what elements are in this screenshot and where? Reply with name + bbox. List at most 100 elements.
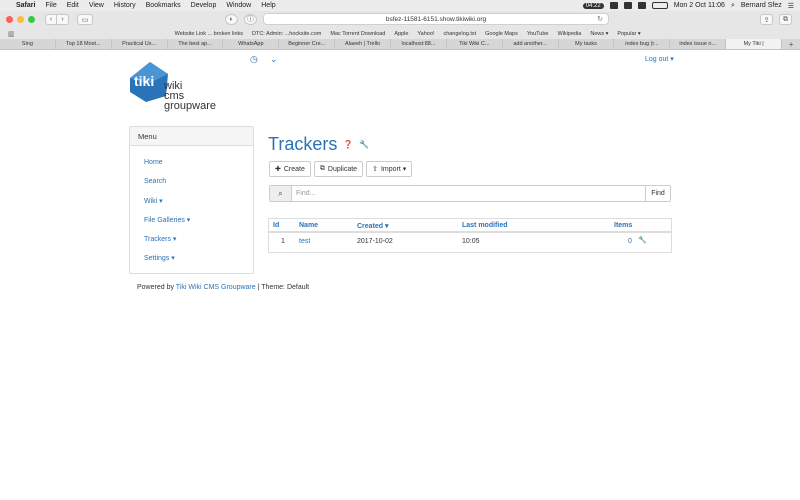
menu-item-search[interactable]: Search	[144, 178, 166, 185]
menu-title: Menu	[130, 127, 253, 146]
footer-theme: | Theme: Default	[257, 284, 310, 291]
battery-icon[interactable]	[651, 2, 668, 9]
menu-panel: Menu Home Search Wiki ▾ File Galleries ▾…	[129, 126, 254, 274]
duplicate-button[interactable]: ⧉ Duplicate	[313, 161, 364, 177]
find-button[interactable]: Find	[645, 186, 670, 201]
bookmark-item[interactable]: YouTube	[527, 31, 549, 37]
browser-tab[interactable]: My tasks	[559, 39, 615, 49]
create-button[interactable]: ✚ Create	[269, 161, 311, 177]
menu-develop[interactable]: Develop	[191, 2, 217, 9]
cell-items-link[interactable]: 0	[628, 238, 632, 245]
action-buttons: ✚ Create ⧉ Duplicate ⇧ Import ▾	[269, 161, 413, 177]
menu-item-settings[interactable]: Settings ▾	[144, 254, 175, 262]
browser-tab[interactable]: Beginner Cre...	[279, 39, 336, 49]
browser-tab-active[interactable]: My Tiki |	[726, 39, 783, 49]
col-id[interactable]: Id	[273, 222, 279, 229]
import-label: Import ▾	[380, 166, 407, 173]
menu-item-file-galleries[interactable]: File Galleries ▾	[144, 216, 190, 224]
reload-icon[interactable]: ↻	[597, 15, 603, 23]
browser-tab[interactable]: The best ap...	[168, 39, 224, 49]
new-tab-button[interactable]: +	[782, 39, 800, 49]
info-icon[interactable]: ⓘ	[244, 13, 257, 25]
trackers-table: Id Name Created ▾ Last modified Items 1 …	[268, 218, 672, 253]
menu-item-trackers[interactable]: Trackers ▾	[144, 235, 176, 243]
search-input[interactable]: Find...	[292, 186, 645, 201]
import-button[interactable]: ⇧ Import ▾	[366, 161, 413, 177]
privacy-icon[interactable]: ◐	[225, 13, 238, 25]
menu-edit[interactable]: Edit	[67, 2, 79, 9]
notifications-icon[interactable]: ☰	[788, 2, 794, 10]
browser-tab[interactable]: add another...	[503, 39, 559, 49]
menubar-user[interactable]: Bernard Sfez	[741, 2, 782, 9]
zoom-window-button[interactable]	[28, 16, 35, 23]
logo-badge-text: tiki	[134, 73, 154, 89]
menubar-clock[interactable]: Mon 2 Oct 11:06	[674, 2, 725, 9]
col-last-modified[interactable]: Last modified	[462, 222, 508, 229]
cell-last-modified: 10:05	[462, 238, 480, 245]
chevron-down-icon[interactable]: ⌄	[270, 54, 278, 65]
table-header: Id Name Created ▾ Last modified Items	[269, 219, 671, 233]
plus-icon: ✚	[275, 166, 281, 173]
browser-toolbar: ‹ › ▭ ◐ ⓘ bsfez-11581-6151.show.tikiwiki…	[0, 11, 800, 28]
menu-item-home[interactable]: Home	[144, 159, 163, 166]
tabs-overview-button[interactable]: ⧉	[779, 14, 792, 25]
status-icon-2[interactable]	[623, 2, 632, 9]
bookmark-item[interactable]: Yahoo!	[417, 31, 434, 37]
menu-app-name[interactable]: Safari	[16, 2, 35, 9]
bookmark-item[interactable]: changelog.txt	[443, 31, 476, 37]
sidebar-toggle-button[interactable]: ▭	[77, 14, 93, 25]
browser-tab[interactable]: Sing	[0, 39, 56, 49]
col-created[interactable]: Created ▾	[357, 222, 389, 230]
window-controls	[6, 16, 35, 23]
browser-tab[interactable]: WhatsApp	[223, 39, 280, 49]
bookmark-item[interactable]: DTC: Admin: ...hocksite.com	[252, 31, 321, 37]
wrench-icon[interactable]: 🔧	[638, 236, 647, 244]
browser-tab[interactable]: Practical Us...	[112, 39, 168, 49]
menu-file[interactable]: File	[45, 2, 56, 9]
cell-id: 1	[281, 238, 285, 245]
sort-down-icon: ▾	[385, 223, 389, 230]
bookmark-item[interactable]: Website Link ... broken links	[175, 31, 243, 37]
bookmark-item[interactable]: Wikipedia	[558, 31, 582, 37]
menu-history[interactable]: History	[114, 2, 136, 9]
menu-bookmarks[interactable]: Bookmarks	[146, 2, 181, 9]
bookmark-item[interactable]: News ▾	[590, 31, 608, 37]
minimize-window-button[interactable]	[17, 16, 24, 23]
footer-link[interactable]: Tiki Wiki CMS Groupware	[176, 284, 256, 291]
menu-help[interactable]: Help	[261, 2, 275, 9]
forward-button[interactable]: ›	[57, 14, 69, 25]
logout-link[interactable]: Log out ▾	[645, 55, 674, 63]
clock-icon[interactable]: ◷	[250, 54, 258, 65]
cell-created: 2017-10-02	[357, 238, 393, 245]
wifi-icon[interactable]	[637, 2, 646, 9]
copy-icon: ⧉	[319, 165, 325, 172]
status-icon[interactable]	[609, 2, 618, 9]
bookmark-item[interactable]: Apple	[394, 31, 408, 37]
bookmark-item[interactable]: Popular ▾	[617, 31, 640, 37]
spotlight-icon[interactable]: ⌕	[731, 2, 735, 10]
menu-view[interactable]: View	[89, 2, 104, 9]
menu-item-wiki[interactable]: Wiki ▾	[144, 197, 163, 205]
browser-tab[interactable]: Alaeeh | Trello	[335, 39, 392, 49]
bookmark-item[interactable]: Google Maps	[485, 31, 518, 37]
help-icon[interactable]: ❓	[343, 140, 353, 149]
browser-tab[interactable]: Top 18 Most...	[56, 39, 112, 49]
share-button[interactable]: ⇪	[760, 14, 773, 25]
wrench-icon[interactable]: 🔧	[359, 140, 369, 149]
timer-badge[interactable]: 04:22	[582, 2, 604, 9]
bookmark-item[interactable]: Mac Torrent Download	[330, 31, 385, 37]
menu-window[interactable]: Window	[226, 2, 251, 9]
close-window-button[interactable]	[6, 16, 13, 23]
browser-tab[interactable]: Tiki Wiki C...	[447, 39, 503, 49]
top-sites-icon[interactable]: ▥	[8, 30, 15, 38]
page-title: Trackers	[268, 134, 338, 154]
back-button[interactable]: ‹	[45, 14, 57, 25]
duplicate-label: Duplicate	[327, 165, 358, 173]
col-name[interactable]: Name	[299, 222, 318, 229]
address-bar[interactable]: bsfez-11581-6151.show.tikiwiki.org ↻	[263, 13, 609, 25]
cell-name-link[interactable]: test	[299, 238, 310, 245]
col-items[interactable]: Items	[614, 222, 632, 229]
browser-tab[interactable]: localhost:88...	[391, 39, 447, 49]
browser-tab[interactable]: index bug (r...	[614, 39, 671, 49]
browser-tab[interactable]: index issue o...	[670, 39, 727, 49]
